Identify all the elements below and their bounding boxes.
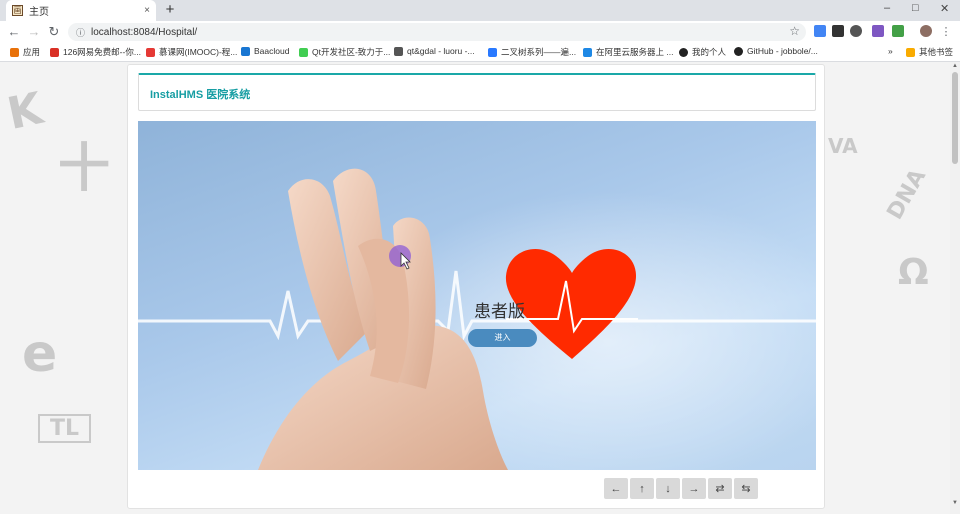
- blog-icon: [583, 47, 592, 57]
- hero-slide: 患者版 进入: [138, 121, 816, 470]
- back-button[interactable]: ←: [6, 24, 22, 40]
- profile-avatar[interactable]: [920, 25, 932, 37]
- scrollbar-thumb[interactable]: [952, 72, 958, 164]
- bookmark-baacloud[interactable]: Baacloud: [241, 46, 289, 56]
- netease-icon: [50, 47, 59, 57]
- browser-toolbar: ← → ↻ ⓘ localhost:8084/Hospital/ ☆ ⋮: [0, 21, 960, 43]
- minimize-button[interactable]: –: [884, 2, 890, 14]
- translate-extension-icon[interactable]: [814, 25, 826, 37]
- brand-title[interactable]: InstalHMS 医院系统: [150, 86, 250, 102]
- forward-button[interactable]: →: [26, 24, 42, 40]
- vue-devtools-icon[interactable]: [872, 25, 884, 37]
- ghost-extension-icon[interactable]: [832, 25, 844, 37]
- tab-title: 主页: [29, 7, 49, 18]
- bookmark-apps[interactable]: 应用: [10, 46, 40, 58]
- doodle-omega: Ω: [898, 252, 929, 293]
- paper-plane-icon: [241, 46, 250, 56]
- site-info-icon[interactable]: ⓘ: [76, 26, 85, 39]
- bookmarks-overflow-button[interactable]: »: [888, 46, 893, 56]
- hero-title: 患者版: [474, 302, 525, 321]
- prev-arrow-icon[interactable]: ←: [604, 478, 628, 499]
- folder-icon: [906, 47, 915, 57]
- bookmarks-bar: 应用 126网易免费邮--你... 慕课网(IMOOC)-程... Baaclo…: [0, 43, 960, 62]
- bookmark-qt-community[interactable]: Qt开发社区-致力于...: [299, 46, 390, 58]
- address-text[interactable]: localhost:8084/Hospital/: [91, 27, 197, 38]
- other-bookmarks[interactable]: 其他书签: [906, 46, 953, 58]
- bookmark-binary-tree[interactable]: 二叉树系列——遍...: [488, 46, 576, 58]
- hero-illustration: [138, 168, 816, 470]
- doodle-e: e: [22, 324, 58, 384]
- doodle-dna: DNA: [882, 164, 932, 225]
- navbar: InstalHMS 医院系统: [138, 73, 816, 111]
- repeat-icon[interactable]: ⇄: [708, 478, 732, 499]
- doodle-va: VA: [828, 134, 858, 158]
- doodle-tl: TL: [38, 414, 92, 443]
- page-background: K 十 VA DNA Ω e TL InstalHMS 医院系统 患者版 进入 …: [0, 62, 950, 514]
- cursor-highlight: [389, 245, 411, 267]
- main-container: InstalHMS 医院系统 患者版 进入 ← ↑ ↓ → ⇄ ⇆: [127, 64, 825, 509]
- scroll-up-icon[interactable]: ▲: [952, 63, 958, 69]
- bookmark-imooc[interactable]: 慕课网(IMOOC)-程...: [146, 46, 237, 58]
- imooc-icon: [146, 47, 155, 57]
- bookmark-qt-gdal[interactable]: qt&gdal - luoru -...: [394, 46, 475, 56]
- bookmark-126[interactable]: 126网易免费邮--你...: [50, 46, 141, 58]
- next-arrow-icon[interactable]: →: [682, 478, 706, 499]
- bookmark-github-jobbole[interactable]: GitHub - jobbole/...: [734, 46, 818, 56]
- close-window-button[interactable]: ✕: [940, 2, 949, 15]
- loop-icon[interactable]: ⇆: [734, 478, 758, 499]
- puzzle-extension-icon[interactable]: [850, 25, 862, 37]
- page-scrollbar[interactable]: ▲ ▼: [950, 62, 960, 514]
- scroll-down-icon[interactable]: ▼: [952, 500, 958, 506]
- bookmark-aliyun[interactable]: 在阿里云服务器上 ...: [583, 46, 673, 58]
- qt-search-icon: [394, 46, 403, 56]
- doodle-plus: 十: [58, 139, 111, 199]
- github-icon: [679, 47, 688, 57]
- new-tab-button[interactable]: +: [162, 2, 178, 18]
- qt-icon: [299, 47, 308, 57]
- carousel-controls: ← ↑ ↓ → ⇄ ⇆: [604, 478, 758, 499]
- ink-icon: [488, 47, 497, 57]
- site-favicon-icon: 画: [12, 5, 23, 16]
- up-arrow-icon[interactable]: ↑: [630, 478, 654, 499]
- maximize-button[interactable]: □: [912, 2, 919, 14]
- apps-grid-icon: [10, 47, 19, 57]
- tab-home[interactable]: 画 主页 ×: [6, 0, 156, 21]
- bookmark-personal[interactable]: 我的个人: [679, 46, 726, 58]
- bookmark-star-icon[interactable]: ☆: [789, 24, 800, 38]
- github-icon: [734, 46, 743, 56]
- tab-strip: 画 主页 × + – □ ✕: [0, 0, 960, 21]
- reload-button[interactable]: ↻: [46, 24, 62, 40]
- menu-kebab-icon[interactable]: ⋮: [938, 24, 954, 40]
- tab-close-icon[interactable]: ×: [144, 5, 150, 16]
- download-extension-icon[interactable]: [892, 25, 904, 37]
- enter-button[interactable]: 进入: [468, 329, 537, 347]
- address-bar[interactable]: ⓘ localhost:8084/Hospital/ ☆: [68, 23, 806, 41]
- down-arrow-icon[interactable]: ↓: [656, 478, 680, 499]
- doodle-k: K: [3, 83, 48, 140]
